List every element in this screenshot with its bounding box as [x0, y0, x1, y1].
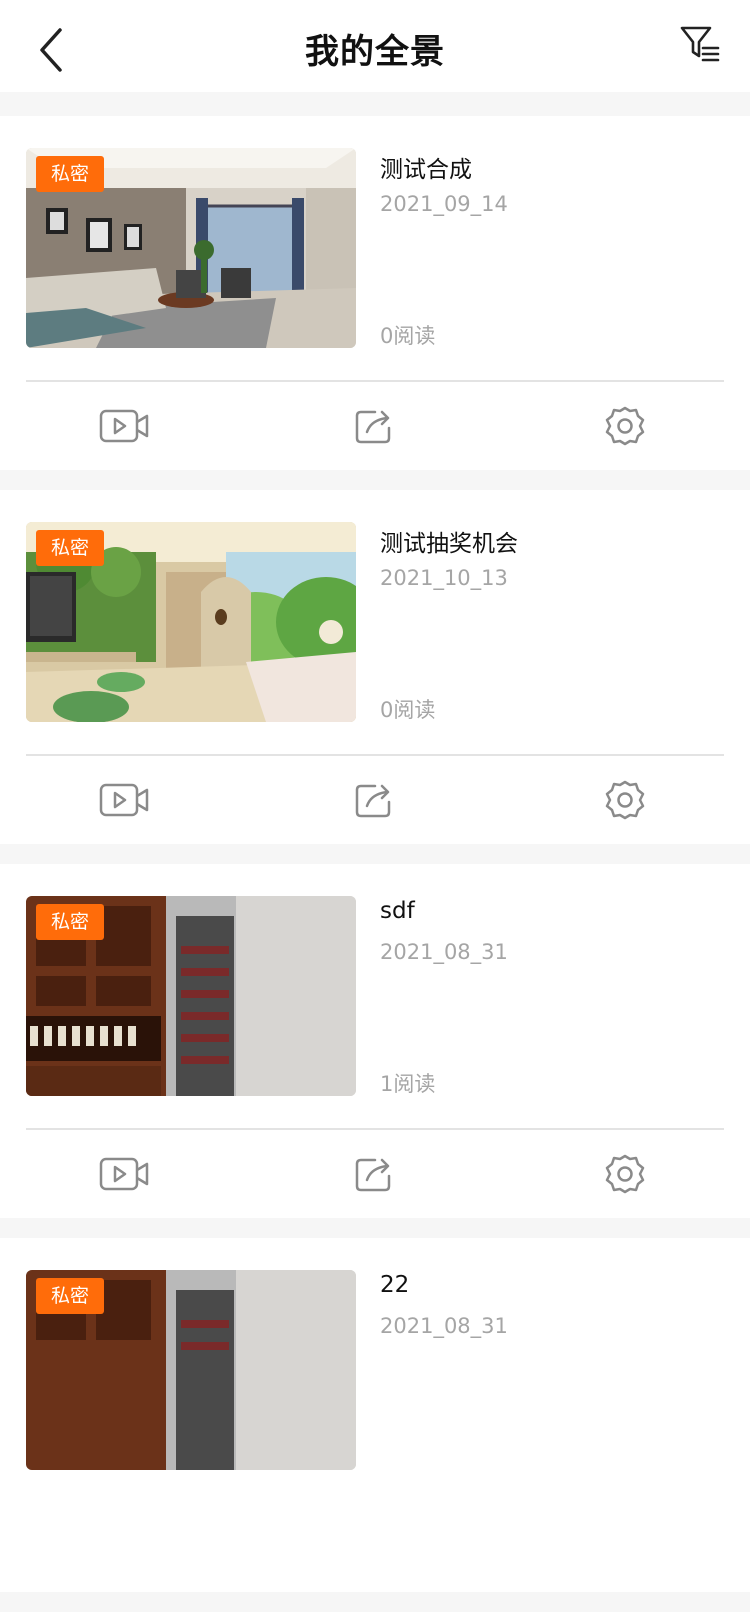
- panorama-list: 私密 测试合成 2021_09_14 0阅读 私密 测试抽奖机会 2021_10…: [0, 116, 750, 1612]
- share-icon: [355, 1158, 391, 1192]
- read-count: 0阅读: [380, 324, 436, 348]
- item-title[interactable]: sdf: [380, 898, 415, 924]
- share-button[interactable]: [347, 778, 403, 822]
- top-bar: 我的全景: [0, 0, 750, 92]
- gear-icon: [605, 1154, 645, 1194]
- video-icon: [99, 409, 149, 443]
- item-title[interactable]: 测试抽奖机会: [380, 524, 518, 558]
- thumbnail-wine-cellar[interactable]: 私密: [26, 896, 356, 1096]
- video-icon: [99, 1157, 149, 1191]
- list-item[interactable]: 私密 sdf 2021_08_31 1阅读: [0, 864, 750, 1218]
- video-button[interactable]: [97, 404, 153, 448]
- thumbnail-living-room[interactable]: 私密: [26, 148, 356, 348]
- private-badge: 私密: [36, 530, 105, 566]
- gear-icon: [605, 780, 645, 820]
- item-date: 2021_08_31: [380, 1314, 508, 1338]
- private-badge: 私密: [36, 1278, 105, 1314]
- private-badge: 私密: [36, 904, 105, 940]
- private-badge: 私密: [36, 156, 105, 192]
- share-icon: [355, 784, 391, 818]
- thumbnail-kids-room[interactable]: 私密: [26, 522, 356, 722]
- item-date: 2021_08_31: [380, 940, 508, 964]
- filter-list-icon[interactable]: [676, 22, 724, 70]
- divider: [26, 380, 724, 382]
- item-date: 2021_10_13: [380, 566, 508, 590]
- share-button[interactable]: [347, 404, 403, 448]
- list-item[interactable]: 私密 22 2021_08_31: [0, 1238, 750, 1592]
- thumbnail-wine-cellar[interactable]: 私密: [26, 1270, 356, 1470]
- share-button[interactable]: [347, 1152, 403, 1196]
- video-button[interactable]: [97, 1152, 153, 1196]
- share-icon: [355, 410, 391, 444]
- read-count: 0阅读: [380, 698, 436, 722]
- item-date: 2021_09_14: [380, 192, 508, 216]
- list-item[interactable]: 私密 测试抽奖机会 2021_10_13 0阅读: [0, 490, 750, 844]
- list-item[interactable]: 私密 测试合成 2021_09_14 0阅读: [0, 116, 750, 470]
- video-icon: [99, 783, 149, 817]
- item-title[interactable]: 22: [380, 1272, 409, 1298]
- settings-button[interactable]: [597, 1152, 653, 1196]
- gear-icon: [605, 406, 645, 446]
- item-title[interactable]: 测试合成: [380, 150, 472, 184]
- settings-button[interactable]: [597, 404, 653, 448]
- divider: [26, 754, 724, 756]
- divider: [26, 1128, 724, 1130]
- read-count: 1阅读: [380, 1072, 436, 1096]
- video-button[interactable]: [97, 778, 153, 822]
- settings-button[interactable]: [597, 778, 653, 822]
- page-title: 我的全景: [305, 32, 445, 72]
